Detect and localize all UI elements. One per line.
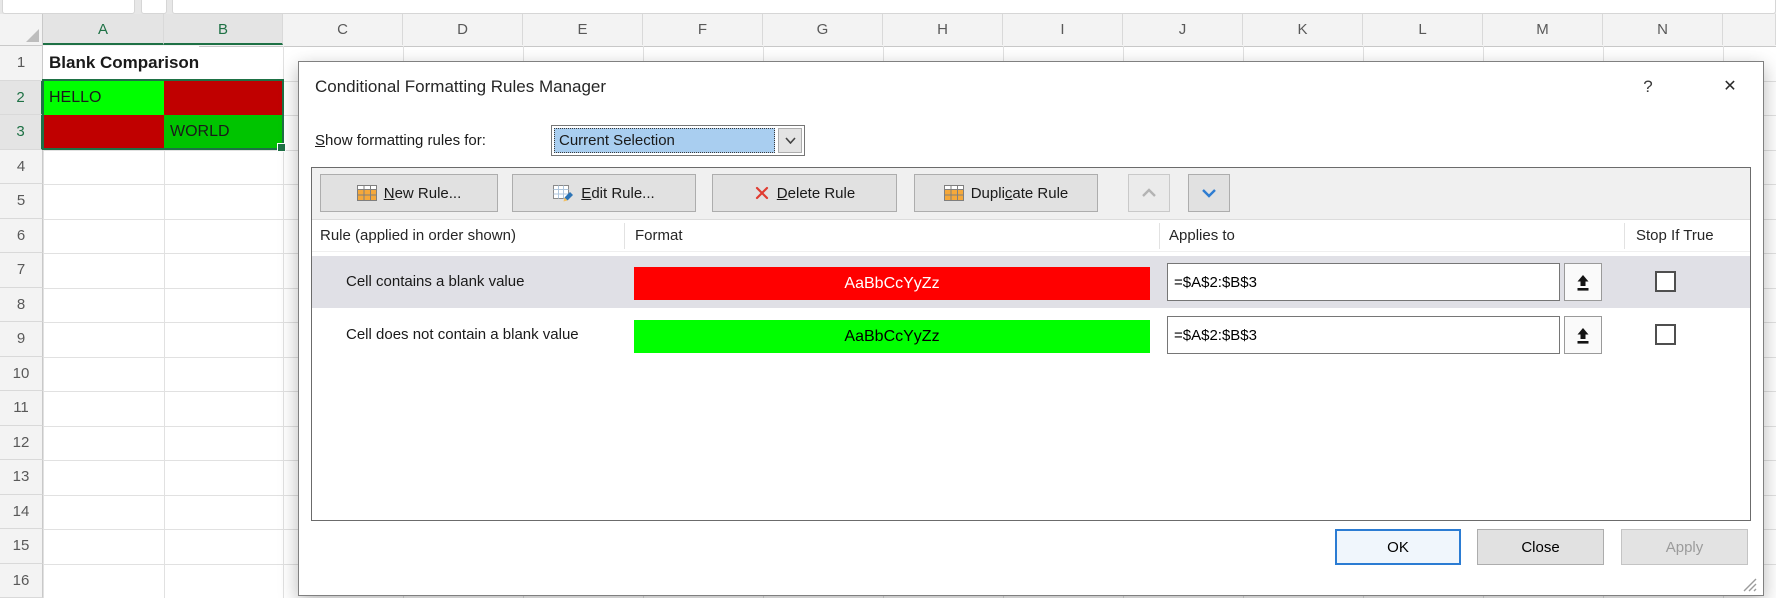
formula-bar-strip xyxy=(0,0,1776,14)
column-header-D[interactable]: D xyxy=(403,14,523,45)
row-header-9[interactable]: 9 xyxy=(0,322,43,357)
edit-rule-button[interactable]: Edit Rule... xyxy=(512,174,696,212)
rules-toolbar: New Rule... Edit Rule... Delete Rul xyxy=(312,168,1750,220)
scope-dropdown-value: Current Selection xyxy=(554,128,775,153)
row-header-10[interactable]: 10 xyxy=(0,357,43,392)
rule-row[interactable]: Cell contains a blank value AaBbCcYyZz xyxy=(312,256,1750,308)
column-header-I[interactable]: I xyxy=(1003,14,1123,45)
collapse-dialog-button[interactable] xyxy=(1564,316,1602,354)
help-icon[interactable]: ? xyxy=(1633,72,1663,102)
row-header-2[interactable]: 2 xyxy=(0,81,43,116)
apply-button[interactable]: Apply xyxy=(1621,529,1748,565)
move-rule-down-button[interactable] xyxy=(1188,174,1230,212)
conditional-formatting-rules-manager-dialog: Conditional Formatting Rules Manager ? ✕… xyxy=(298,61,1764,596)
row-header-14[interactable]: 14 xyxy=(0,495,43,530)
rules-table-header: Rule (applied in order shown) Format App… xyxy=(312,220,1750,252)
column-header-M[interactable]: M xyxy=(1483,14,1603,45)
delete-rule-button[interactable]: Delete Rule xyxy=(712,174,897,212)
red-x-icon xyxy=(754,185,770,201)
row-header-4[interactable]: 4 xyxy=(0,150,43,185)
excel-window: ABCDEFGHIJKLMN 12345678910111213141516 B… xyxy=(0,0,1776,598)
row-header-1[interactable]: 1 xyxy=(0,46,43,81)
duplicate-rule-button[interactable]: Duplicate Rule xyxy=(914,174,1098,212)
dialog-title: Conditional Formatting Rules Manager xyxy=(315,62,606,112)
chevron-up-icon xyxy=(1141,188,1157,198)
chevron-down-icon xyxy=(785,137,796,144)
column-header-E[interactable]: E xyxy=(523,14,643,45)
collapse-dialog-button[interactable] xyxy=(1564,263,1602,301)
rule-row[interactable]: Cell does not contain a blank value AaBb… xyxy=(312,309,1750,361)
cell-A1[interactable]: Blank Comparison xyxy=(43,46,199,81)
column-header-H[interactable]: H xyxy=(883,14,1003,45)
new-rule-button[interactable]: New Rule... xyxy=(320,174,498,212)
header-rule: Rule (applied in order shown) xyxy=(320,220,516,252)
collapse-dialog-arrow-icon xyxy=(1575,326,1591,345)
column-header-N[interactable]: N xyxy=(1603,14,1723,45)
chevron-down-icon xyxy=(1201,188,1217,198)
row-header-8[interactable]: 8 xyxy=(0,288,43,323)
table-pencil-icon xyxy=(553,185,574,202)
column-divider xyxy=(1624,223,1625,249)
select-all-corner[interactable] xyxy=(0,14,43,46)
column-headers: ABCDEFGHIJKLMN xyxy=(0,14,1776,47)
rules-panel: New Rule... Edit Rule... Delete Rul xyxy=(311,167,1751,521)
column-header-A[interactable]: A xyxy=(43,14,164,45)
row-header-13[interactable]: 13 xyxy=(0,460,43,495)
column-header-J[interactable]: J xyxy=(1123,14,1243,45)
row-header-16[interactable]: 16 xyxy=(0,564,43,598)
rule-format-preview: AaBbCcYyZz xyxy=(634,267,1150,300)
header-format: Format xyxy=(635,220,683,252)
applies-to-input[interactable] xyxy=(1167,316,1560,354)
collapse-dialog-arrow-icon xyxy=(1575,273,1591,292)
stop-if-true-checkbox[interactable] xyxy=(1655,271,1676,292)
stop-if-true-checkbox[interactable] xyxy=(1655,324,1676,345)
cell-selection-border xyxy=(42,79,284,150)
rule-description: Cell contains a blank value xyxy=(346,256,524,308)
select-all-triangle-icon xyxy=(26,29,39,42)
fill-handle[interactable] xyxy=(277,143,286,152)
column-header-C[interactable]: C xyxy=(283,14,403,45)
resize-grip-icon[interactable] xyxy=(1741,576,1757,592)
column-divider xyxy=(1159,223,1160,249)
row-header-6[interactable]: 6 xyxy=(0,219,43,254)
table-grid-icon xyxy=(357,185,377,201)
formula-input[interactable] xyxy=(172,0,1776,14)
column-header-K[interactable]: K xyxy=(1243,14,1363,45)
move-rule-up-button[interactable] xyxy=(1128,174,1170,212)
column-header-B[interactable]: B xyxy=(164,14,283,45)
close-button[interactable]: Close xyxy=(1477,529,1604,565)
applies-to-input[interactable] xyxy=(1167,263,1560,301)
rule-format-preview: AaBbCcYyZz xyxy=(634,320,1150,353)
header-applies-to: Applies to xyxy=(1169,220,1235,252)
dropdown-arrow-button[interactable] xyxy=(778,128,802,153)
fx-button[interactable] xyxy=(141,0,167,14)
name-box[interactable] xyxy=(2,0,135,14)
row-header-12[interactable]: 12 xyxy=(0,426,43,461)
column-divider xyxy=(624,223,625,249)
column-header-partial[interactable] xyxy=(1723,14,1776,45)
rule-description: Cell does not contain a blank value xyxy=(346,309,579,361)
show-rules-label: Show formatting rules for: xyxy=(315,125,486,156)
row-header-11[interactable]: 11 xyxy=(0,391,43,426)
row-header-15[interactable]: 15 xyxy=(0,529,43,564)
row-header-3[interactable]: 3 xyxy=(0,115,43,150)
scope-dropdown[interactable]: Current Selection xyxy=(551,125,805,156)
row-header-7[interactable]: 7 xyxy=(0,253,43,288)
column-header-G[interactable]: G xyxy=(763,14,883,45)
row-header-5[interactable]: 5 xyxy=(0,184,43,219)
header-stop-if-true: Stop If True xyxy=(1636,220,1714,252)
table-grid-icon xyxy=(944,185,964,201)
close-icon[interactable]: ✕ xyxy=(1715,72,1745,102)
column-header-F[interactable]: F xyxy=(643,14,763,45)
column-header-L[interactable]: L xyxy=(1363,14,1483,45)
ok-button[interactable]: OK xyxy=(1335,529,1461,565)
